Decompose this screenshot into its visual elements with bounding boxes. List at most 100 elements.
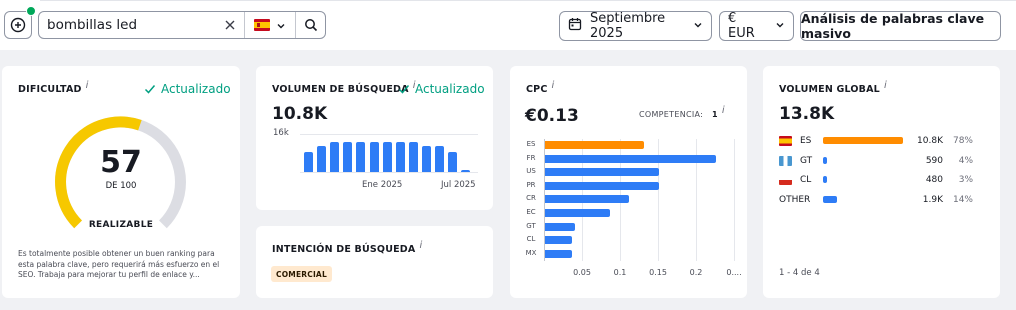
x-tick-label: Ene 2025 — [362, 180, 403, 190]
date-selector[interactable]: Septiembre 2025 — [559, 11, 712, 41]
cl-flag-icon — [779, 175, 792, 185]
volume-bar[interactable] — [461, 169, 471, 172]
volume-bar[interactable] — [317, 145, 327, 172]
info-icon[interactable]: i — [722, 105, 725, 116]
category-label: PR — [526, 180, 536, 189]
plus-circle-icon — [10, 17, 26, 33]
x-tick-label: 0.05 — [573, 268, 591, 277]
country-volume: 1.9K — [922, 194, 943, 205]
es-flag-icon — [779, 136, 792, 146]
difficulty-title: DIFICULTAD i — [18, 80, 89, 95]
search-volume-value: 10.8K — [272, 104, 328, 124]
search-intent-card: INTENCIÓN DE BÚSQUEDA i COMERCIAL — [256, 226, 493, 298]
share-bar — [823, 195, 838, 203]
category-label: GT — [526, 221, 536, 230]
competition: COMPETENCIA: 1i — [639, 105, 725, 120]
cpc-value: €0.13 — [525, 106, 579, 126]
check-icon — [398, 85, 410, 94]
keyword-search-group — [38, 11, 326, 39]
clear-button[interactable] — [221, 15, 240, 35]
country-share: 78% — [952, 136, 973, 146]
updated-status: Actualizado — [398, 82, 485, 96]
category-label: CR — [526, 194, 536, 203]
category-label: EC — [526, 208, 536, 216]
search-icon — [304, 19, 317, 32]
category-label: FR — [526, 153, 536, 162]
global-row[interactable]: ES 10.8K 78% — [779, 134, 989, 148]
cpc-bar[interactable] — [545, 236, 572, 245]
cpc-bar[interactable] — [545, 154, 716, 163]
check-icon — [144, 85, 156, 94]
volume-bar[interactable] — [369, 141, 379, 172]
pager: 1 - 4 de 4 — [779, 268, 820, 278]
cpc-bar[interactable] — [545, 141, 644, 149]
info-icon[interactable]: i — [552, 80, 555, 91]
search-intent-title: INTENCIÓN DE BÚSQUEDA i — [272, 240, 423, 255]
chevron-down-icon — [276, 16, 286, 35]
share-bar — [823, 137, 903, 144]
volume-bar[interactable] — [435, 146, 444, 172]
status-dot — [26, 6, 36, 16]
competition-value: 1 — [712, 110, 718, 119]
cpc-card: CPC i €0.13 COMPETENCIA: 1i 0.05 0.1 0.15 0.… — [510, 66, 747, 298]
date-label: Septiembre 2025 — [590, 11, 666, 41]
x-tick-label: 0.... — [726, 268, 742, 277]
volume-bar[interactable] — [448, 151, 458, 172]
bulk-analysis-button[interactable]: Análisis de palabras clave masivo — [800, 11, 1001, 41]
x-gridline — [734, 139, 735, 262]
info-icon[interactable]: i — [86, 80, 89, 91]
global-row[interactable]: GT 590 4% — [779, 154, 989, 168]
difficulty-level: REALIZABLE — [88, 220, 154, 230]
currency-selector[interactable]: € EUR — [719, 11, 794, 41]
country-code: OTHER — [779, 194, 811, 205]
category-label: ES — [526, 140, 536, 148]
search-button[interactable] — [296, 12, 325, 38]
gt-flag-icon — [779, 155, 792, 166]
updated-label: Actualizado — [415, 82, 485, 96]
database-dropdown[interactable] — [245, 12, 295, 38]
volume-bar[interactable] — [408, 142, 418, 172]
cpc-bar[interactable] — [545, 249, 572, 258]
volume-bar[interactable] — [304, 151, 313, 172]
category-label: US — [526, 167, 536, 176]
info-icon[interactable]: i — [884, 80, 887, 91]
x-baseline — [300, 172, 478, 173]
difficulty-value: 57 — [100, 145, 142, 180]
intent-badge: COMERCIAL — [271, 266, 332, 282]
country-code: CL — [800, 175, 812, 185]
volume-bar[interactable] — [330, 141, 340, 172]
global-row[interactable]: OTHER 1.9K 14% — [779, 193, 989, 207]
competition-label: COMPETENCIA: — [639, 110, 704, 119]
keyword-search-input[interactable] — [47, 13, 219, 37]
cpc-bar[interactable] — [545, 195, 629, 204]
chevron-down-icon — [775, 19, 785, 34]
cpc-bar[interactable] — [545, 168, 659, 177]
volume-bar[interactable] — [343, 141, 353, 172]
country-volume: 480 — [925, 175, 943, 185]
updated-label: Actualizado — [161, 82, 231, 96]
difficulty-scale: DE 100 — [105, 181, 137, 191]
x-tick-label: 0.1 — [613, 268, 627, 277]
volume-bar[interactable] — [382, 142, 392, 172]
search-volume-title: VOLUMEN DE BÚSQUEDA i — [272, 80, 416, 95]
close-icon — [225, 20, 235, 30]
x-tick-label: Jul 2025 — [441, 180, 476, 190]
calendar-icon — [568, 17, 582, 35]
currency-label: € EUR — [728, 11, 755, 41]
volume-bar[interactable] — [356, 141, 366, 172]
global-volume-value: 13.8K — [779, 104, 835, 124]
global-row[interactable]: CL 480 3% — [779, 173, 989, 187]
toolbar-top-line — [40, 0, 1016, 1]
country-volume: 10.8K — [917, 136, 943, 146]
cpc-bar[interactable] — [545, 181, 659, 190]
share-bar-track — [823, 176, 827, 183]
global-volume-title: VOLUMEN GLOBAL i — [779, 80, 887, 95]
y-gridline — [300, 134, 478, 135]
volume-bar[interactable] — [421, 146, 431, 172]
category-label: MX — [525, 248, 537, 257]
country-code: GT — [800, 155, 813, 166]
volume-bar[interactable] — [395, 141, 405, 172]
cpc-bar[interactable] — [545, 209, 610, 217]
cpc-bar[interactable] — [545, 222, 576, 231]
info-icon[interactable]: i — [419, 240, 422, 251]
